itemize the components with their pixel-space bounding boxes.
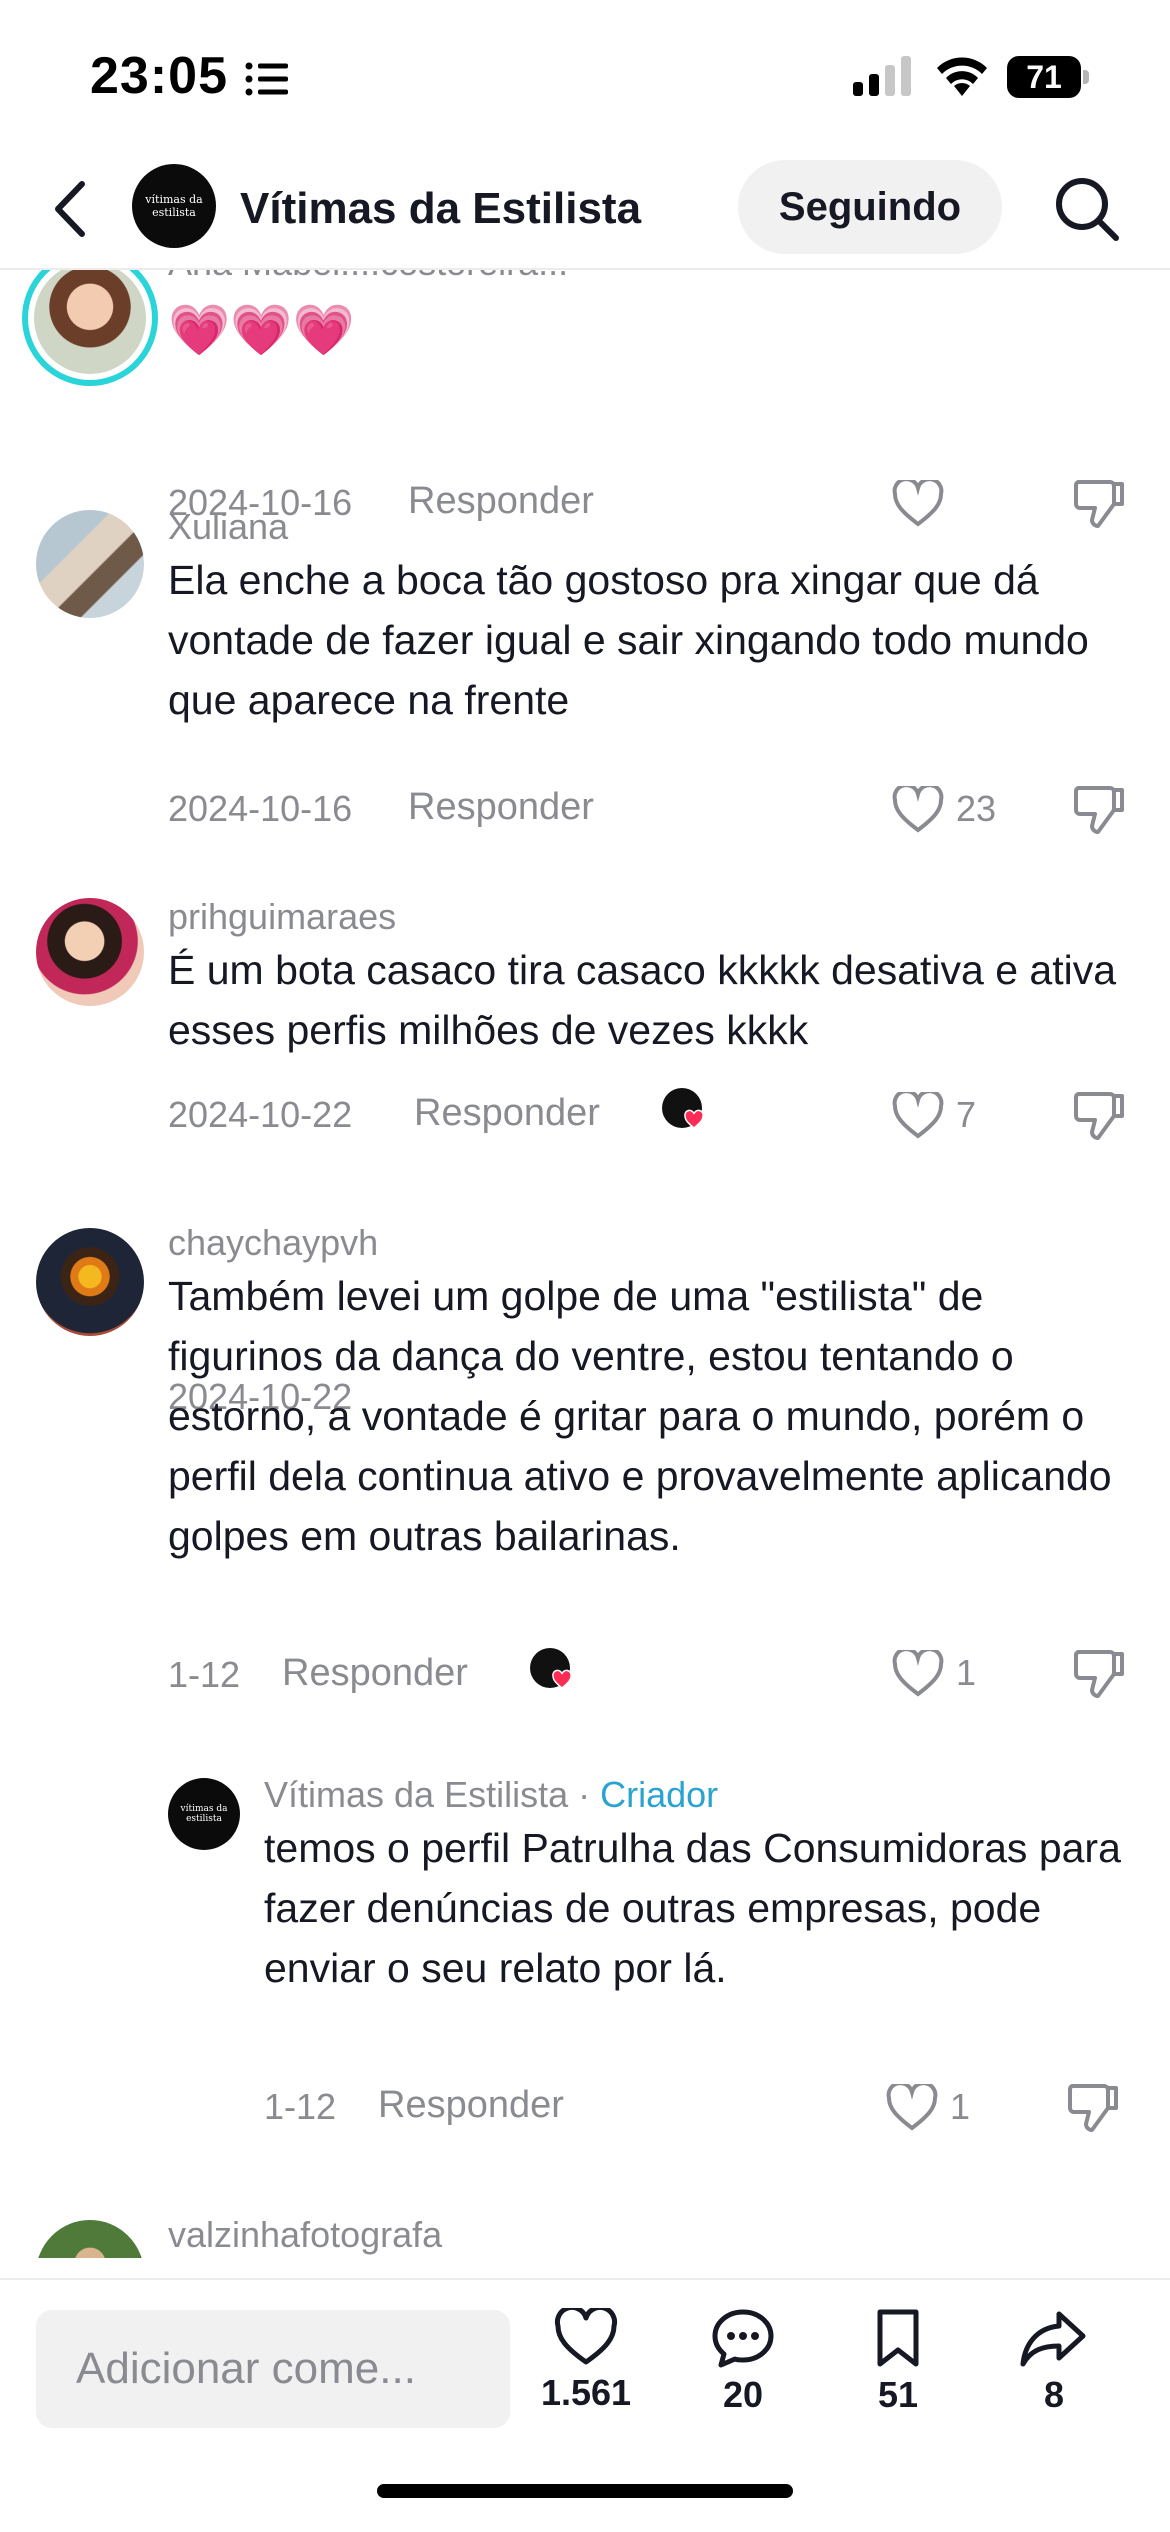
avatar-logo-text: vítimas da estilista [180,1804,228,1824]
comment-text: temos o perfil Patrulha das Consumidoras… [264,1825,1121,1991]
comment-username[interactable]: Vítimas da Estilista · Criador [264,1774,718,1816]
share-count: 8 [1043,2374,1065,2415]
reply-button[interactable]: Responder [408,786,594,829]
username-separator: · [568,1774,601,1815]
comment-text: É um bota casaco tira casaco kkkkk desat… [168,947,1117,1053]
save-count: 51 [877,2374,919,2415]
focus-list-icon [245,62,288,96]
battery-level: 71 [1007,56,1081,98]
header: vítimas da estilista Vítimas da Estilist… [0,150,1170,270]
comment-action[interactable]: 20 [683,2308,803,2416]
comments-list[interactable]: Ana Mabel....costoreira... 💗💗💗 2024-10-1… [0,270,1170,2258]
comment-username[interactable]: chaychaypvh [168,1222,378,1264]
comment-date: 2024-10-22 [168,1094,353,1135]
dislike-icon[interactable] [1072,1646,1126,1700]
comment-item: chaychaypvh Também levei um golpe de uma… [0,1222,1170,1698]
wifi-icon [937,57,987,96]
like-count: 23 [956,788,997,829]
avatar-logo-text: vítimas da estilista [145,193,203,219]
reply-button[interactable]: Responder [282,1652,468,1695]
bottom-bar: Adicionar come... 1.561 20 51 8 [0,2278,1170,2532]
like-heart-icon[interactable] [886,2084,938,2132]
creator-tag: Criador [600,1774,719,1815]
back-button[interactable] [46,178,96,240]
comment-date: 1-12 [168,1654,241,1695]
battery-icon: 71 [1007,56,1089,98]
dislike-icon[interactable] [1066,2080,1120,2134]
reply-button[interactable]: Responder [414,1092,600,1135]
add-comment-input[interactable]: Adicionar come... [36,2310,510,2428]
status-time: 23:05 [90,47,228,105]
comment-count: 20 [722,2374,764,2415]
creator-liked-badge [530,1648,572,1689]
comment-action-row: 2024-10-22 Responder 7 [0,1088,1170,1158]
like-heart-icon[interactable] [892,1092,944,1140]
reply-button[interactable]: Responder [378,2084,564,2127]
like-count: 7 [956,1094,977,1135]
comment-date: 2024-10-16 [168,788,353,829]
like-heart-icon[interactable] [892,786,944,834]
dislike-icon[interactable] [1072,782,1126,836]
comment-text: 💗💗💗 [168,302,355,358]
bookmark-icon [877,2309,919,2367]
comment-username[interactable]: prihguimaraes [168,896,396,938]
user-avatar[interactable] [36,510,144,618]
following-button[interactable]: Seguindo [738,160,1002,254]
status-bar: 23:05 71 [0,0,1170,150]
creator-liked-badge [662,1088,704,1129]
share-action[interactable]: 8 [994,2308,1114,2416]
comment-username[interactable]: Xuliana [168,506,288,548]
user-avatar[interactable] [36,898,144,1006]
dislike-icon[interactable] [1072,1088,1126,1142]
like-action[interactable]: 1.561 [526,2308,646,2414]
cellular-signal-icon [853,56,911,96]
comment-date: 1-12 [264,2086,337,2127]
like-heart-icon[interactable] [892,1650,944,1698]
user-avatar[interactable] [22,270,158,386]
heart-icon [554,2308,618,2365]
comment-text: Também levei um golpe de uma "estilista"… [168,1273,1112,1559]
comment-item: Xuliana Ela enche a boca tão gostoso pra… [0,506,1170,834]
save-action[interactable]: 51 [838,2308,958,2416]
like-count: 1 [956,1652,977,1693]
reply-item: vítimas da estilista Vítimas da Estilist… [0,1774,1170,2134]
user-avatar[interactable] [36,1228,144,1336]
like-count: 1.561 [540,2372,632,2413]
account-avatar[interactable]: vítimas da estilista [132,164,216,248]
account-title[interactable]: Vítimas da Estilista [240,184,641,234]
home-indicator[interactable] [377,2484,793,2498]
creator-avatar[interactable]: vítimas da estilista [168,1778,240,1850]
comment-bubble-icon [712,2309,774,2368]
search-icon[interactable] [1052,174,1122,244]
user-avatar[interactable] [36,2220,144,2258]
like-count: 1 [950,2086,971,2127]
comment-username[interactable]: Ana Mabel....costoreira... [168,270,568,284]
comment-text: Ela enche a boca tão gostoso pra xingar … [168,557,1089,723]
reply-username: Vítimas da Estilista [264,1774,569,1815]
share-arrow-icon [1020,2311,1086,2367]
comment-username[interactable]: valzinhafotografa [168,2214,442,2256]
comment-item: valzinhafotografa [0,2214,1170,2258]
